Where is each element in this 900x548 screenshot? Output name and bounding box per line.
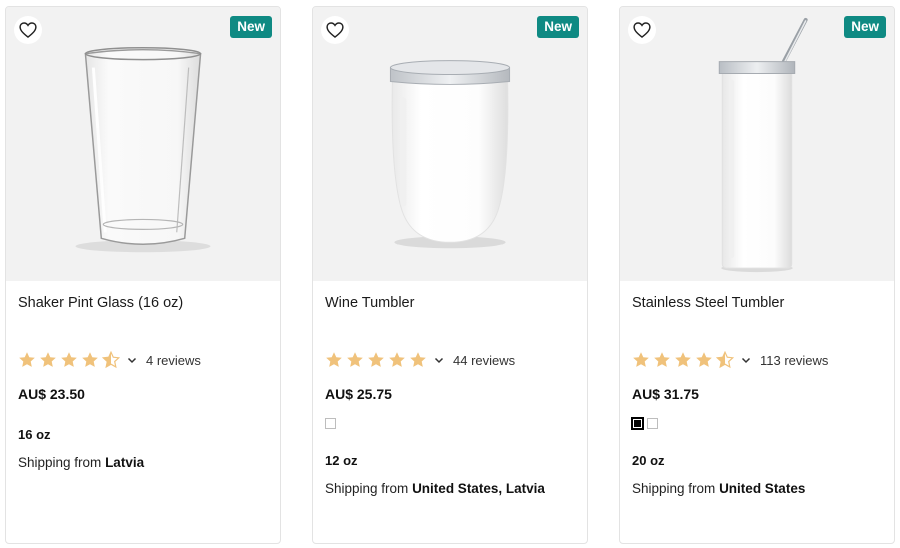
new-badge: New xyxy=(844,16,886,38)
star-rating xyxy=(325,351,430,369)
star-icon xyxy=(82,352,98,367)
shipping-origin: United States, Latvia xyxy=(412,481,545,496)
star-icon xyxy=(389,352,405,367)
star-rating xyxy=(18,351,123,369)
favorite-button[interactable] xyxy=(14,16,42,44)
star-icon xyxy=(40,352,56,367)
product-image-area[interactable]: New xyxy=(313,7,587,281)
chevron-down-icon[interactable] xyxy=(126,354,138,366)
review-count[interactable]: 113 reviews xyxy=(760,353,828,368)
star-icon xyxy=(654,352,670,367)
chevron-down-icon[interactable] xyxy=(433,354,445,366)
star-icon xyxy=(696,352,712,367)
favorite-button[interactable] xyxy=(628,16,656,44)
shipping-prefix: Shipping from xyxy=(18,455,102,470)
product-image-area[interactable]: New xyxy=(620,7,894,281)
color-swatch-white[interactable] xyxy=(325,418,336,429)
product-price: AU$ 31.75 xyxy=(632,386,699,402)
shipping-origin: United States xyxy=(719,481,806,496)
shipping-info: Shipping from Latvia xyxy=(18,455,144,470)
review-count[interactable]: 4 reviews xyxy=(146,353,201,368)
steel-tumbler-image xyxy=(718,17,808,273)
star-icon xyxy=(61,352,77,367)
product-card[interactable]: New Shaker Pint Glass (16 oz) 4 reviews … xyxy=(5,6,281,544)
star-icon xyxy=(19,352,35,367)
color-swatches xyxy=(325,418,340,429)
product-size: 20 oz xyxy=(632,453,665,468)
heart-icon xyxy=(633,22,651,38)
product-rating[interactable]: 113 reviews xyxy=(632,350,828,370)
product-card[interactable]: New Wine Tumbler 44 reviews AU$ 25.75 12… xyxy=(312,6,588,544)
product-title[interactable]: Shaker Pint Glass (16 oz) xyxy=(18,295,183,311)
star-icon xyxy=(347,352,363,367)
new-badge: New xyxy=(537,16,579,38)
product-rating[interactable]: 4 reviews xyxy=(18,350,201,370)
product-size: 16 oz xyxy=(18,427,51,442)
product-card[interactable]: New Stainless Steel Tumbler 113 reviews … xyxy=(619,6,895,544)
star-icon xyxy=(368,352,384,367)
product-size: 12 oz xyxy=(325,453,358,468)
new-badge: New xyxy=(230,16,272,38)
star-icon xyxy=(102,351,120,369)
star-icon xyxy=(633,352,649,367)
color-swatch-white[interactable] xyxy=(647,418,658,429)
shipping-prefix: Shipping from xyxy=(325,481,409,496)
color-swatches xyxy=(631,417,662,430)
product-price: AU$ 25.75 xyxy=(325,386,392,402)
chevron-down-icon[interactable] xyxy=(740,354,752,366)
shipping-info: Shipping from United States xyxy=(632,481,805,496)
star-icon xyxy=(326,352,342,367)
star-icon xyxy=(716,351,734,369)
star-rating xyxy=(632,351,737,369)
favorite-button[interactable] xyxy=(321,16,349,44)
shipping-prefix: Shipping from xyxy=(632,481,716,496)
product-image-area[interactable]: New xyxy=(6,7,280,281)
heart-icon xyxy=(19,22,37,38)
heart-icon xyxy=(326,22,344,38)
product-rating[interactable]: 44 reviews xyxy=(325,350,515,370)
pint-glass-image xyxy=(75,46,211,253)
shipping-info: Shipping from United States, Latvia xyxy=(325,481,545,496)
review-count[interactable]: 44 reviews xyxy=(453,353,515,368)
product-title[interactable]: Wine Tumbler xyxy=(325,295,414,311)
wine-tumbler-image xyxy=(389,60,511,249)
star-icon xyxy=(675,352,691,367)
product-price: AU$ 23.50 xyxy=(18,386,85,402)
color-swatch-black[interactable] xyxy=(631,417,644,430)
shipping-origin: Latvia xyxy=(105,455,145,470)
star-icon xyxy=(410,352,426,367)
product-title[interactable]: Stainless Steel Tumbler xyxy=(632,295,784,311)
